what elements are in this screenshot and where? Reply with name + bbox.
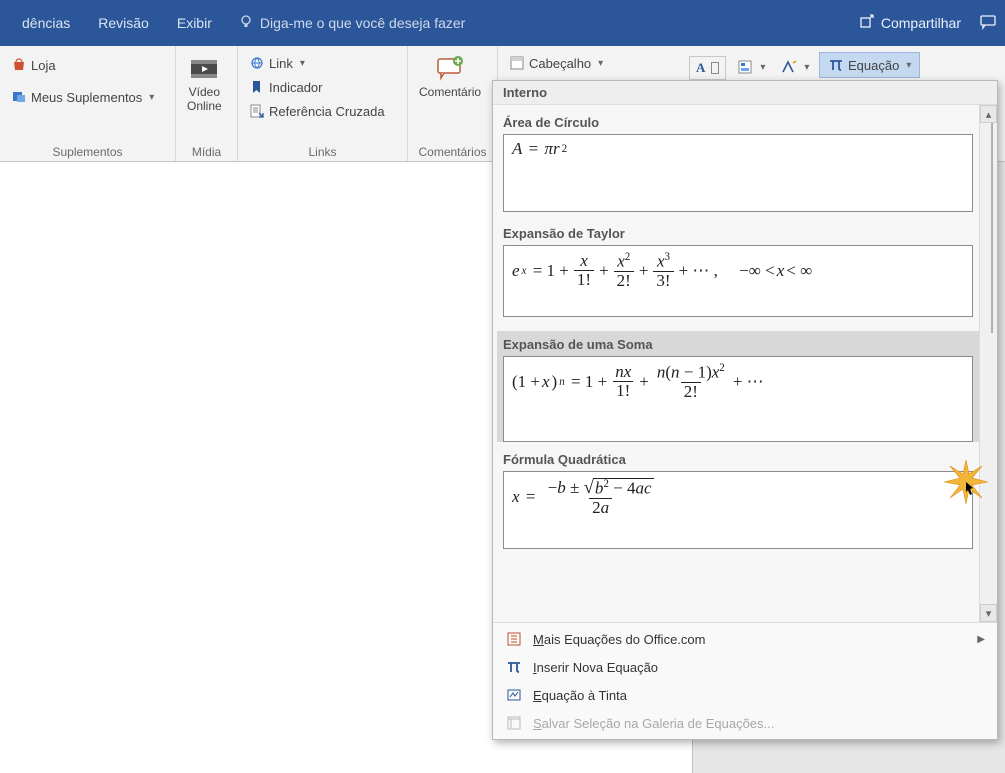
store-icon [11, 57, 27, 73]
gallery-footer: Mais Equações do Office.com ▶ Inserir No… [493, 622, 997, 739]
tab-view[interactable]: Exibir [163, 7, 226, 39]
text-box-button[interactable]: A [689, 56, 726, 80]
insert-equation-label: Inserir Nova Equação [533, 660, 658, 675]
ink-icon [505, 686, 523, 704]
comment-icon [434, 53, 466, 85]
scroll-down-button[interactable]: ▾ [980, 604, 997, 622]
equation-button[interactable]: Equação ▾ [819, 52, 920, 78]
comments-pane-icon[interactable] [979, 13, 997, 34]
textbox-icon: A [696, 60, 705, 76]
my-addins-label: Meus Suplementos [31, 90, 142, 105]
ink-equation-item[interactable]: Equação à Tinta [493, 681, 997, 709]
equation-title-quadratic: Fórmula Quadrática [503, 452, 973, 467]
link-label: Link [269, 56, 293, 71]
equation-title-binomial: Expansão de uma Soma [503, 337, 973, 352]
comment-label: Comentário [419, 85, 481, 99]
equation-title-taylor: Expansão de Taylor [503, 226, 973, 241]
wordart-button[interactable]: ▾ [776, 56, 814, 78]
new-comment-button[interactable]: Comentário [414, 50, 486, 102]
header-icon [509, 55, 525, 71]
tab-review[interactable]: Revisão [84, 7, 163, 39]
bookmark-button[interactable]: Indicador [244, 76, 327, 98]
chevron-down-icon: ▾ [804, 62, 809, 73]
bookmark-label: Indicador [269, 80, 322, 95]
title-bar: dências Revisão Exibir Diga-me o que voc… [0, 0, 1005, 46]
share-icon [859, 14, 875, 33]
group-label-links: Links [244, 143, 401, 159]
store-button[interactable]: Loja [6, 54, 61, 76]
cross-ref-label: Referência Cruzada [269, 104, 385, 119]
video-label-1: Vídeo [189, 85, 220, 99]
my-addins-button[interactable]: Meus Suplementos ▾ [6, 86, 159, 108]
header-label: Cabeçalho [529, 56, 591, 71]
scroll-up-button[interactable]: ▴ [980, 105, 997, 123]
pi-icon [828, 57, 844, 73]
link-icon [249, 55, 265, 71]
share-button[interactable]: Compartilhar [859, 14, 961, 33]
header-button[interactable]: Cabeçalho ▾ [504, 52, 608, 74]
save-gallery-icon [505, 714, 523, 732]
equation-card-quadratic[interactable]: x = −b ± √b2 − 4ac 2a [503, 471, 973, 549]
group-label-comments: Comentários [414, 143, 491, 159]
save-selection-item: Salvar Seleção na Galeria de Equações... [493, 709, 997, 737]
chevron-down-icon: ▾ [906, 60, 911, 71]
equation-card-circle-area[interactable]: A = πr2 [503, 134, 973, 212]
insert-new-equation-item[interactable]: Inserir Nova Equação [493, 653, 997, 681]
online-video-button[interactable]: Vídeo Online [182, 50, 227, 116]
ribbon-tabs: dências Revisão Exibir [8, 7, 226, 39]
equation-gallery: Interno Área de Círculo A = πr2 Expansão… [492, 80, 998, 740]
ink-equation-label: Equação à Tinta [533, 688, 627, 703]
store-label: Loja [31, 58, 56, 73]
chevron-down-icon: ▾ [149, 92, 154, 103]
group-label-media: Mídia [182, 143, 231, 159]
tab-references[interactable]: dências [8, 7, 84, 39]
more-equations-label: Mais Equações do Office.com [533, 632, 705, 647]
pi-icon [505, 658, 523, 676]
equation-hover-block: Expansão de uma Soma (1 + x)n = 1 + nx1!… [497, 331, 979, 442]
chevron-down-icon: ▾ [598, 58, 603, 69]
equation-label: Equação [848, 58, 899, 73]
wordart-icon [781, 59, 797, 75]
group-label-addins: Suplementos [6, 143, 169, 159]
addins-icon [11, 89, 27, 105]
gallery-section-header: Interno [493, 81, 997, 105]
bookmark-icon [249, 79, 265, 95]
equation-title-circle: Área de Círculo [503, 115, 973, 130]
tell-me-search[interactable]: Diga-me o que você deseja fazer [238, 14, 465, 33]
tell-me-placeholder: Diga-me o que você deseja fazer [260, 15, 465, 31]
video-label-2: Online [187, 99, 222, 113]
quick-parts-button[interactable]: ▾ [732, 56, 770, 78]
more-equations-item[interactable]: Mais Equações do Office.com ▶ [493, 625, 997, 653]
share-label: Compartilhar [881, 15, 961, 31]
equation-card-binomial[interactable]: (1 + x)n = 1 + nx1!+ n(n − 1)x22!+ ⋯ [503, 356, 973, 442]
scroll-thumb[interactable] [991, 123, 993, 333]
video-icon [188, 53, 220, 85]
lightbulb-icon [238, 14, 254, 33]
chevron-right-icon: ▶ [977, 634, 985, 645]
chevron-down-icon: ▾ [300, 58, 305, 69]
quickparts-icon [737, 59, 753, 75]
gallery-scrollbar[interactable]: ▴ ▾ [979, 105, 997, 622]
link-button[interactable]: Link ▾ [244, 52, 310, 74]
cross-ref-icon [249, 103, 265, 119]
chevron-down-icon: ▾ [760, 62, 765, 73]
save-selection-label: Salvar Seleção na Galeria de Equações... [533, 716, 774, 731]
equation-card-taylor[interactable]: ex = 1 + x1!+ x22!+ x33!+ ⋯ , −∞ < x < ∞ [503, 245, 973, 317]
cross-reference-button[interactable]: Referência Cruzada [244, 100, 390, 122]
office-icon [505, 630, 523, 648]
